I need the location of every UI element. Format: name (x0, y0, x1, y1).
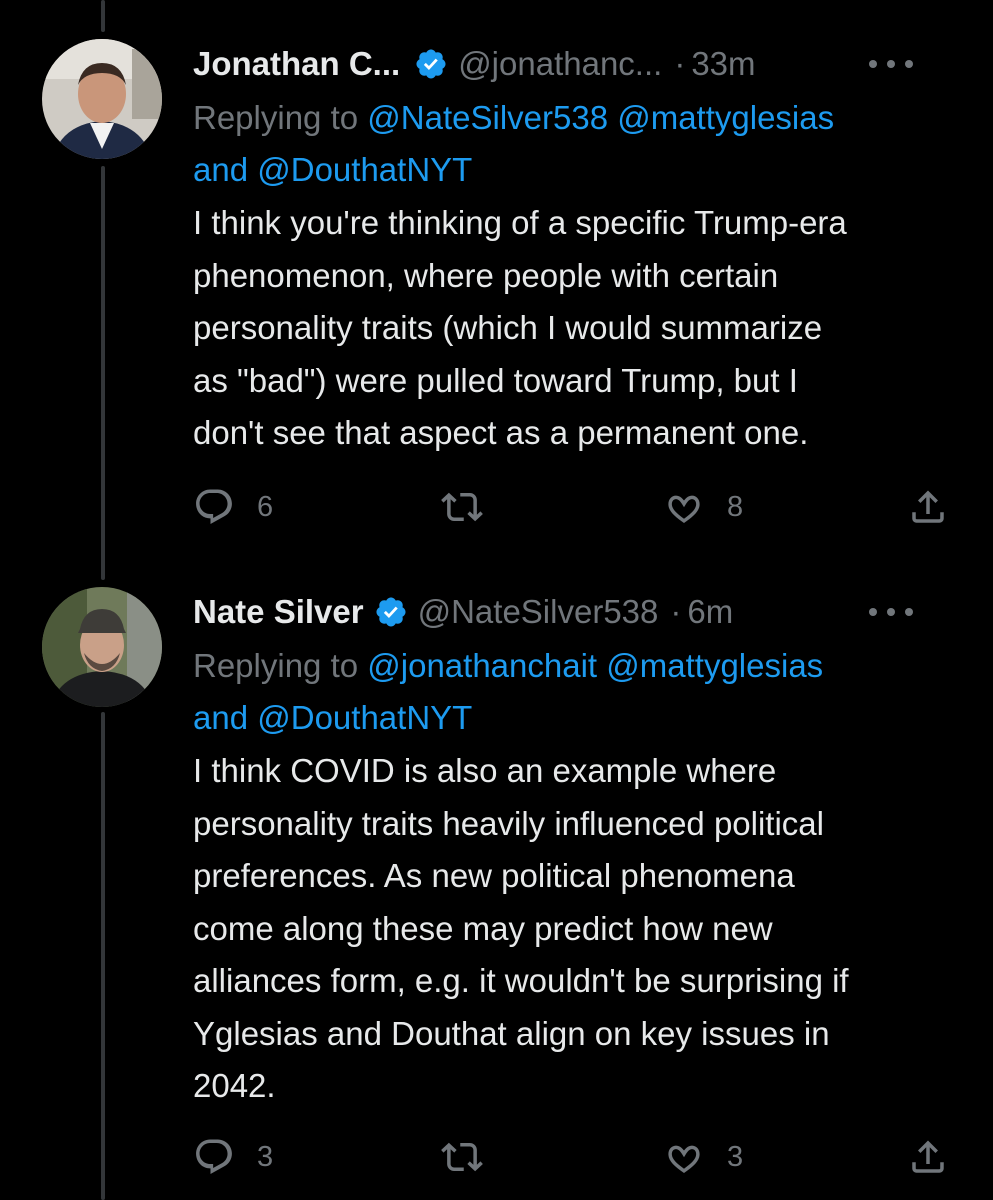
replying-label: Replying to (193, 647, 368, 684)
author-handle[interactable]: @NateSilver538 (418, 593, 659, 631)
verified-badge-icon (416, 49, 446, 79)
like-count: 3 (727, 1140, 744, 1173)
reply-button[interactable]: 6 (193, 482, 273, 532)
more-options-icon[interactable] (869, 54, 913, 74)
author-name[interactable]: Jonathan C... (193, 45, 400, 83)
verified-badge-icon (376, 597, 406, 627)
heart-icon (668, 495, 700, 523)
more-options-icon[interactable] (869, 602, 913, 622)
tweet[interactable]: Nate Silver @NateSilver538 · 6m Replying… (0, 560, 993, 1200)
like-count: 8 (727, 490, 744, 523)
tweet-actions: 6 8 (193, 482, 953, 532)
separator-dot: · (670, 593, 682, 630)
share-button[interactable] (907, 482, 949, 532)
retweet-icon (441, 492, 483, 522)
author-name[interactable]: Nate Silver (193, 593, 364, 631)
mention-link[interactable]: @jonathanchait (367, 647, 597, 684)
avatar[interactable] (42, 39, 162, 159)
tweet[interactable]: Jonathan C... @jonathanc... · 33m Replyi… (0, 0, 993, 560)
mention-link[interactable]: @mattyglesias (617, 99, 834, 136)
reply-count: 6 (257, 490, 274, 523)
reply-count: 3 (257, 1140, 274, 1173)
tweet-text: I think COVID is also an example where p… (193, 752, 849, 1104)
replying-label: Replying to (193, 99, 368, 136)
share-button[interactable] (907, 1132, 949, 1182)
replying-to: Replying to @jonathanchait @mattyglesias… (193, 640, 953, 744)
and-label: and (193, 151, 258, 188)
replying-to: Replying to @NateSilver538 @mattyglesias… (193, 92, 953, 196)
timestamp[interactable]: 33m (691, 45, 755, 83)
mention-link[interactable]: @NateSilver538 (367, 99, 608, 136)
mention-link[interactable]: @DouthatNYT (257, 699, 472, 736)
like-button[interactable]: 3 (663, 1132, 743, 1182)
mention-link[interactable]: @DouthatNYT (257, 151, 472, 188)
tweet-text: I think you're thinking of a specific Tr… (193, 204, 847, 451)
retweet-button[interactable] (441, 482, 505, 532)
reply-icon (196, 489, 232, 524)
heart-icon (668, 1145, 700, 1173)
tweet-header: Jonathan C... @jonathanc... · 33m (193, 40, 953, 88)
retweet-icon (441, 1142, 483, 1172)
author-handle[interactable]: @jonathanc... (458, 45, 662, 83)
mention-link[interactable]: @mattyglesias (606, 647, 823, 684)
tweet-header: Nate Silver @NateSilver538 · 6m (193, 588, 953, 636)
avatar[interactable] (42, 587, 162, 707)
separator-dot: · (674, 45, 686, 82)
share-icon (912, 1140, 944, 1173)
timestamp[interactable]: 6m (687, 593, 733, 631)
like-button[interactable]: 8 (663, 482, 743, 532)
retweet-button[interactable] (441, 1132, 505, 1182)
tweet-actions: 3 3 (193, 1132, 953, 1182)
and-label: and (193, 699, 258, 736)
reply-icon (196, 1139, 232, 1174)
share-icon (912, 490, 944, 523)
reply-button[interactable]: 3 (193, 1132, 273, 1182)
